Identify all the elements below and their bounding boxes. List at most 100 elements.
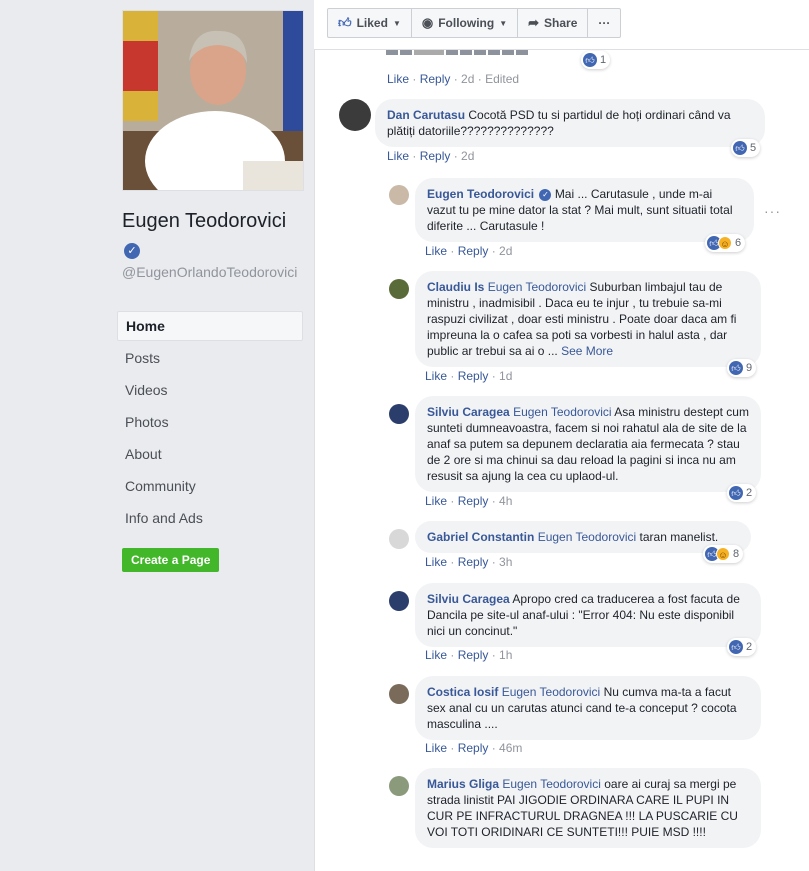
nav-community[interactable]: Community xyxy=(117,471,303,503)
reply-link[interactable]: Reply xyxy=(458,369,489,383)
nav-posts[interactable]: Posts xyxy=(117,343,303,375)
reaction-count[interactable]: 👍︎ 2 xyxy=(727,484,757,502)
comment-time[interactable]: 1h xyxy=(499,648,512,662)
nav-photos[interactable]: Photos xyxy=(117,407,303,439)
comment-bubble: Silviu Caragea Eugen Teodorovici Asa min… xyxy=(415,396,761,492)
reaction-number: 5 xyxy=(750,142,757,154)
reaction-count[interactable]: 👍︎ 1 xyxy=(581,51,611,69)
comment-bubble: Silviu Caragea Apropo cred ca traducerea… xyxy=(415,583,761,647)
like-link[interactable]: Like xyxy=(387,149,409,163)
comment-time[interactable]: 1d xyxy=(499,369,512,383)
tagged-user[interactable]: Eugen Teodorovici xyxy=(513,405,612,419)
following-label: Following xyxy=(438,16,495,30)
create-page-button[interactable]: Create a Page xyxy=(122,548,220,572)
comment-bubble: Marius Gliga Eugen Teodorovici oare ai c… xyxy=(415,768,761,848)
comment-actions: Like · Reply · 46m xyxy=(425,741,523,755)
like-link[interactable]: Like xyxy=(425,494,447,508)
avatar[interactable] xyxy=(389,684,409,704)
avatar[interactable] xyxy=(389,529,409,549)
see-more-link[interactable]: See More xyxy=(561,344,613,358)
comment-bubble: Gabriel Constantin Eugen Teodorovici tar… xyxy=(415,521,751,553)
tagged-user[interactable]: Eugen Teodorovici xyxy=(502,685,601,699)
comment-author[interactable]: Dan Carutasu xyxy=(387,108,465,122)
avatar[interactable] xyxy=(389,591,409,611)
tagged-user[interactable]: Eugen Teodorovici xyxy=(488,280,587,294)
following-button[interactable]: ◉ Following ▼ xyxy=(412,9,519,37)
comment-time[interactable]: 2d xyxy=(499,244,512,258)
avatar[interactable] xyxy=(339,99,371,131)
comment-author[interactable]: Marius Gliga xyxy=(427,777,499,791)
reply-link[interactable]: Reply xyxy=(458,494,489,508)
page-action-bar: 👍︎ Liked ▼ ◉ Following ▼ ➦ Share ··· xyxy=(314,0,809,50)
share-arrow-icon: ➦ xyxy=(528,15,540,30)
reply-link[interactable]: Reply xyxy=(420,72,451,86)
like-link[interactable]: Like xyxy=(425,244,447,258)
page-handle[interactable]: @EugenOrlandoTeodorovici xyxy=(122,264,304,280)
nav-videos[interactable]: Videos xyxy=(117,375,303,407)
comment-time[interactable]: 3h xyxy=(499,555,512,569)
comment-author[interactable]: Costica Iosif xyxy=(427,685,498,699)
reaction-count[interactable]: 👍︎ 5 xyxy=(731,139,761,157)
avatar[interactable] xyxy=(389,404,409,424)
reaction-number: 8 xyxy=(733,548,740,560)
comment-bubble: Costica Iosif Eugen Teodorovici Nu cumva… xyxy=(415,676,761,740)
like-link[interactable]: Like xyxy=(425,555,447,569)
comment-time[interactable]: 2d xyxy=(461,72,474,86)
share-button[interactable]: ➦ Share xyxy=(518,9,589,37)
reaction-number: 1 xyxy=(600,54,607,66)
like-reaction-icon: 👍︎ xyxy=(729,361,743,375)
like-reaction-icon: 👍︎ xyxy=(583,53,597,67)
comment-author[interactable]: Eugen Teodorovici xyxy=(427,187,534,201)
like-link[interactable]: Like xyxy=(387,72,409,86)
share-label: Share xyxy=(544,16,578,30)
edited-label[interactable]: Edited xyxy=(485,72,519,86)
comment-options-icon[interactable]: ··· xyxy=(764,203,781,219)
left-nav: Home Posts Videos Photos About Community… xyxy=(117,311,303,535)
avatar[interactable] xyxy=(389,185,409,205)
verified-badge-icon: ✓ xyxy=(124,243,140,259)
comment-actions: Like · Reply · 1h xyxy=(425,648,513,662)
more-options-button[interactable]: ··· xyxy=(588,9,620,37)
comment-actions: Like · Reply · 1d xyxy=(425,369,513,383)
reaction-count[interactable]: 👍︎ ☺ 8 xyxy=(703,545,744,563)
comment-time[interactable]: 46m xyxy=(499,741,522,755)
comment-author[interactable]: Gabriel Constantin xyxy=(427,530,534,544)
comment-author[interactable]: Silviu Caragea xyxy=(427,592,510,606)
tagged-user[interactable]: Eugen Teodorovici xyxy=(502,777,601,791)
reaction-number: 2 xyxy=(746,641,753,653)
reply-link[interactable]: Reply xyxy=(458,741,489,755)
like-link[interactable]: Like xyxy=(425,741,447,755)
liked-label: Liked xyxy=(356,16,388,30)
chevron-down-icon: ▼ xyxy=(392,18,401,28)
comment-actions: Like · Reply · 2d · Edited xyxy=(387,72,520,86)
like-link[interactable]: Like xyxy=(425,369,447,383)
comment-actions: Like · Reply · 3h xyxy=(425,555,513,569)
comment-text: taran manelist. xyxy=(639,530,719,544)
comment-author[interactable]: Claudiu Is xyxy=(427,280,484,294)
rss-icon: ◉ xyxy=(421,15,434,30)
nav-about[interactable]: About xyxy=(117,439,303,471)
thumbs-up-icon: 👍︎ xyxy=(338,15,352,30)
reaction-count[interactable]: 👍︎ ☺ 6 xyxy=(705,234,746,252)
nav-home[interactable]: Home xyxy=(117,311,303,341)
profile-picture[interactable] xyxy=(122,10,304,191)
avatar[interactable] xyxy=(389,279,409,299)
reply-link[interactable]: Reply xyxy=(458,648,489,662)
comment-actions: Like · Reply · 2d xyxy=(387,149,475,163)
reply-link[interactable]: Reply xyxy=(420,149,451,163)
like-link[interactable]: Like xyxy=(425,648,447,662)
comment-actions: Like · Reply · 2d xyxy=(425,244,513,258)
reply-link[interactable]: Reply xyxy=(458,244,489,258)
tagged-user[interactable]: Eugen Teodorovici xyxy=(538,530,637,544)
like-reaction-icon: 👍︎ xyxy=(729,640,743,654)
page-title[interactable]: Eugen Teodorovici ✓ xyxy=(122,207,304,263)
reaction-count[interactable]: 👍︎ 2 xyxy=(727,638,757,656)
comment-time[interactable]: 4h xyxy=(499,494,512,508)
reaction-count[interactable]: 👍︎ 9 xyxy=(727,359,757,377)
comment-author[interactable]: Silviu Caragea xyxy=(427,405,510,419)
avatar[interactable] xyxy=(389,776,409,796)
liked-button[interactable]: 👍︎ Liked ▼ xyxy=(328,9,412,37)
reply-link[interactable]: Reply xyxy=(458,555,489,569)
comment-time[interactable]: 2d xyxy=(461,149,474,163)
nav-info-ads[interactable]: Info and Ads xyxy=(117,503,303,535)
